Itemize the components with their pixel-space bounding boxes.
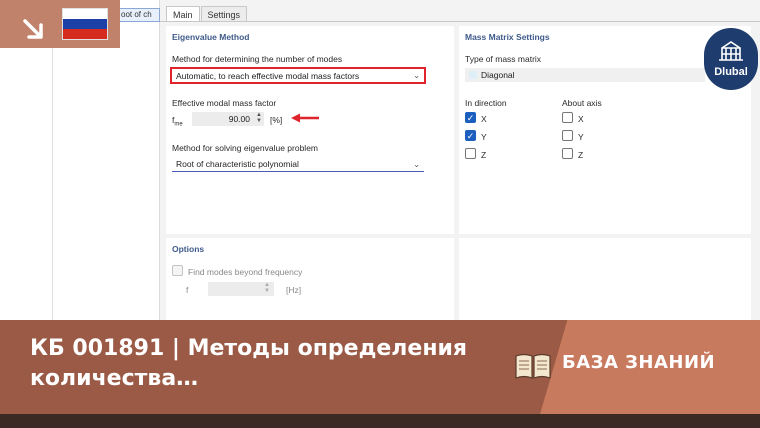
tab-underline: [160, 21, 760, 22]
banner-bottom-strip: [0, 414, 760, 428]
axis-y-label: Y: [578, 132, 584, 142]
options-panel: Options Find modes beyond frequency f ▲ ▼…: [166, 238, 454, 320]
axis-y-checkbox[interactable]: [562, 130, 573, 141]
empty-panel: [459, 238, 751, 320]
banner-title: КБ 001891 | Методы определения количеств…: [30, 336, 468, 391]
solve-dropdown[interactable]: Root of characteristic polynomial ⌄: [172, 157, 424, 172]
spinner-icon[interactable]: ▲ ▼: [264, 282, 272, 296]
tree-divider: [52, 10, 53, 320]
eigenvalue-title: Eigenvalue Method: [172, 32, 250, 42]
book-icon: [515, 353, 551, 379]
method-label: Method for determining the number of mod…: [172, 54, 343, 64]
direction-label: In direction: [465, 98, 507, 108]
find-modes-checkbox[interactable]: [172, 265, 183, 276]
dlubal-logo-text: Dlubal: [714, 66, 748, 78]
knowledge-base-label: БАЗА ЗНАНИЙ: [562, 352, 716, 373]
dir-y-checkbox[interactable]: ✓: [465, 130, 476, 141]
factor-symbol: fme: [172, 115, 183, 128]
dir-z-label: Z: [481, 150, 487, 160]
mass-title: Mass Matrix Settings: [465, 32, 550, 42]
mass-type-label: Type of mass matrix: [465, 54, 542, 64]
mass-type-dropdown[interactable]: Diagonal: [465, 68, 705, 82]
axis-z-checkbox[interactable]: [562, 148, 573, 159]
chevron-down-icon: ⌄: [413, 71, 420, 80]
russian-flag-icon: [62, 8, 108, 40]
bridge-icon: [719, 41, 743, 61]
banner-accent: [536, 320, 760, 428]
find-modes-label: Find modes beyond frequency: [188, 267, 303, 277]
axis-z-label: Z: [578, 150, 584, 160]
options-title: Options: [172, 244, 205, 254]
f-symbol: f: [186, 285, 189, 295]
dir-y-label: Y: [481, 132, 487, 142]
arrow-down-right-icon: [23, 19, 43, 39]
solve-label: Method for solving eigenvalue problem: [172, 143, 319, 153]
axis-x-label: X: [578, 114, 584, 124]
chevron-down-icon: ⌄: [413, 159, 420, 169]
mass-type-value: Diagonal: [481, 70, 515, 80]
dir-z-checkbox[interactable]: [465, 148, 476, 159]
axis-label: About axis: [562, 98, 602, 108]
f-unit: [Hz]: [286, 285, 302, 295]
diagonal-icon: [469, 71, 477, 79]
tab-bar: Main Settings: [166, 6, 248, 22]
method-dropdown[interactable]: Automatic, to reach effective modal mass…: [170, 67, 426, 84]
axis-x-checkbox[interactable]: [562, 112, 573, 123]
tab-settings[interactable]: Settings: [200, 6, 248, 22]
tab-main[interactable]: Main: [166, 6, 200, 22]
factor-label: Effective modal mass factor: [172, 98, 277, 108]
solve-value: Root of characteristic polynomial: [176, 159, 299, 169]
navigator-tree: [0, 0, 160, 320]
dir-x-checkbox[interactable]: ✓: [465, 112, 476, 123]
spinner-icon[interactable]: ▲ ▼: [256, 112, 264, 126]
method-value: Automatic, to reach effective modal mass…: [176, 70, 360, 81]
tree-item-selected[interactable]: oot of ch: [118, 8, 160, 22]
factor-unit: [%]: [270, 115, 283, 125]
red-arrow-icon: [291, 113, 319, 123]
dir-x-label: X: [481, 114, 487, 124]
eigenvalue-panel: Eigenvalue Method Method for determining…: [166, 26, 454, 234]
factor-input[interactable]: 90.00: [192, 112, 264, 126]
